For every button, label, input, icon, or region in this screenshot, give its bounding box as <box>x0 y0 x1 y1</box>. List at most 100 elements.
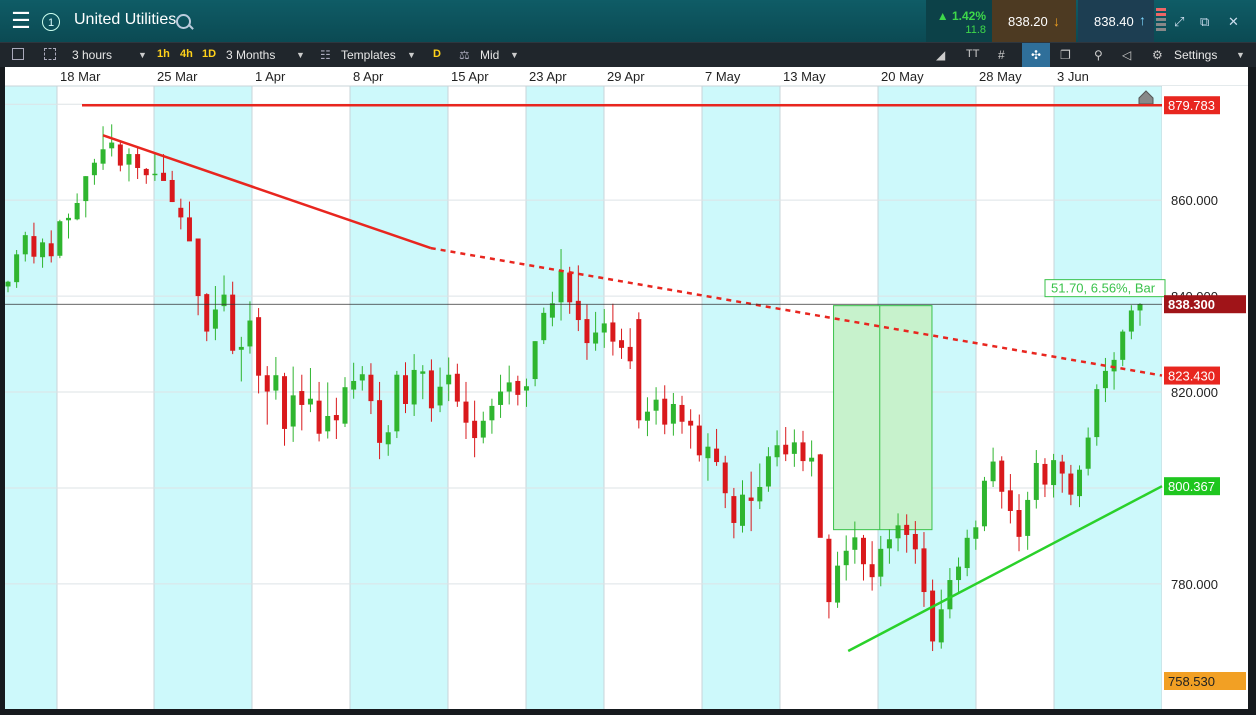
candle-body <box>549 303 555 318</box>
menu-icon[interactable]: ☰ <box>6 8 36 34</box>
candle-body <box>402 375 408 404</box>
buy-price: 838.40 <box>1094 14 1134 29</box>
layout-icon[interactable] <box>44 48 56 60</box>
week-band <box>5 86 57 709</box>
range-dropdown[interactable]: 3 Months <box>226 48 275 62</box>
interval-label: 3 hours <box>72 48 113 62</box>
draw-line-icon[interactable]: ◢ <box>936 48 945 62</box>
candle-body <box>964 537 970 569</box>
candle-body <box>1111 359 1117 372</box>
candle-body <box>14 254 20 283</box>
candle-body <box>1077 469 1083 497</box>
chart-area[interactable]: 18 Mar 25 Mar 1 Apr 8 Apr 15 Apr 23 Apr 29 Apr… <box>5 67 1248 709</box>
candle-body <box>601 323 607 333</box>
candle-body <box>411 369 417 405</box>
eraser-icon[interactable]: ◁ <box>1122 48 1131 62</box>
expand-icon[interactable]: ⤢ <box>1174 14 1184 30</box>
candle-body <box>31 236 37 257</box>
candle-body <box>636 319 642 421</box>
interval-1d-button[interactable]: 1D <box>202 48 216 60</box>
candle-body <box>1051 460 1057 486</box>
close-icon[interactable]: ✕ <box>1228 14 1239 30</box>
chevron-down-icon[interactable]: ▼ <box>407 50 416 60</box>
candle-body <box>65 217 71 221</box>
range-label: 3 Months <box>226 48 276 62</box>
popout-icon[interactable]: ⧉ <box>1200 14 1209 30</box>
price-type-dropdown[interactable]: Mid <box>480 48 499 62</box>
candle-body <box>212 309 218 329</box>
text-tool-icon[interactable]: TT <box>966 48 979 60</box>
week-band <box>1054 86 1162 709</box>
candle-body <box>178 207 184 218</box>
interval-d-button[interactable]: D <box>433 48 441 60</box>
candle-body <box>264 375 270 392</box>
candle-body <box>774 445 780 458</box>
candle-body <box>83 176 89 202</box>
crosshair-icon[interactable]: ✣ <box>1022 43 1050 67</box>
chevron-down-icon[interactable]: ▼ <box>296 50 305 60</box>
candle-body <box>619 340 625 348</box>
candle-body <box>109 142 115 149</box>
week-band <box>702 86 780 709</box>
candle-body <box>817 454 823 538</box>
candle-body <box>575 300 581 321</box>
candle-body <box>800 442 806 462</box>
candle-body <box>282 376 288 429</box>
x-tick-label: 15 Apr <box>451 69 489 84</box>
y-tick-label: 820.000 <box>1171 385 1218 400</box>
candle-body <box>454 373 460 402</box>
candle-body <box>653 399 659 411</box>
resistance-line-label: 823.430 <box>1168 369 1215 384</box>
arrow-down-icon: ↓ <box>1053 13 1060 29</box>
templates-dropdown[interactable]: Templates <box>341 48 396 62</box>
candle-body <box>117 144 123 166</box>
candle-body <box>152 173 158 176</box>
candle-body <box>860 537 866 565</box>
interval-4h-button[interactable]: 4h <box>180 48 193 60</box>
grid-icon[interactable]: # <box>998 48 1005 62</box>
price-depth-icon[interactable] <box>1156 8 1166 36</box>
chevron-down-icon[interactable]: ▼ <box>138 50 147 60</box>
chart-list-icon[interactable] <box>12 48 24 60</box>
x-tick-label: 29 Apr <box>607 69 645 84</box>
candle-body <box>463 401 469 423</box>
interval-1h-button[interactable]: 1h <box>157 48 170 60</box>
sell-button[interactable]: 838.20 ↓ <box>992 0 1076 42</box>
candlestick-chart[interactable]: 18 Mar 25 Mar 1 Apr 8 Apr 15 Apr 23 Apr 29 Apr… <box>5 67 1248 709</box>
buy-button[interactable]: 838.40 ↑ <box>1078 0 1154 42</box>
candle-body <box>999 460 1005 492</box>
change-value: 11.8 <box>965 24 986 36</box>
candle-body <box>22 235 28 255</box>
settings-button[interactable]: Settings <box>1174 48 1217 62</box>
candle-body <box>74 203 80 220</box>
low-price-label: 758.530 <box>1168 674 1215 689</box>
interval-dropdown[interactable]: 3 hours <box>72 48 112 62</box>
candle-body <box>1016 510 1022 537</box>
change-percent: ▲ 1.42% <box>936 9 986 23</box>
candle-body <box>1085 437 1091 469</box>
copy-icon[interactable]: ❐ <box>1060 48 1071 62</box>
measure-box <box>833 305 933 531</box>
candle-body <box>186 217 192 242</box>
candle-body <box>627 346 633 362</box>
chevron-down-icon[interactable]: ▼ <box>510 50 519 60</box>
gear-icon[interactable]: ⚙ <box>1152 48 1163 62</box>
x-tick-label: 8 Apr <box>353 69 384 84</box>
candle-body <box>765 456 771 487</box>
candle-body <box>1033 462 1039 500</box>
x-tick-label: 3 Jun <box>1057 69 1089 84</box>
candle-body <box>1137 304 1143 311</box>
indicator-icon[interactable]: ⚲ <box>1094 48 1103 62</box>
candle-body <box>498 391 504 405</box>
candle-body <box>696 425 702 456</box>
candle-body <box>731 496 737 523</box>
candle-body <box>947 580 953 610</box>
search-icon[interactable] <box>176 14 191 29</box>
candle-body <box>558 270 564 303</box>
candle-body <box>783 444 789 455</box>
candle-body <box>1042 463 1048 485</box>
chevron-down-icon[interactable]: ▼ <box>1236 50 1245 60</box>
instrument-number-badge[interactable]: 1 <box>42 13 60 31</box>
candle-body <box>377 400 383 443</box>
x-tick-label: 18 Mar <box>60 69 101 84</box>
